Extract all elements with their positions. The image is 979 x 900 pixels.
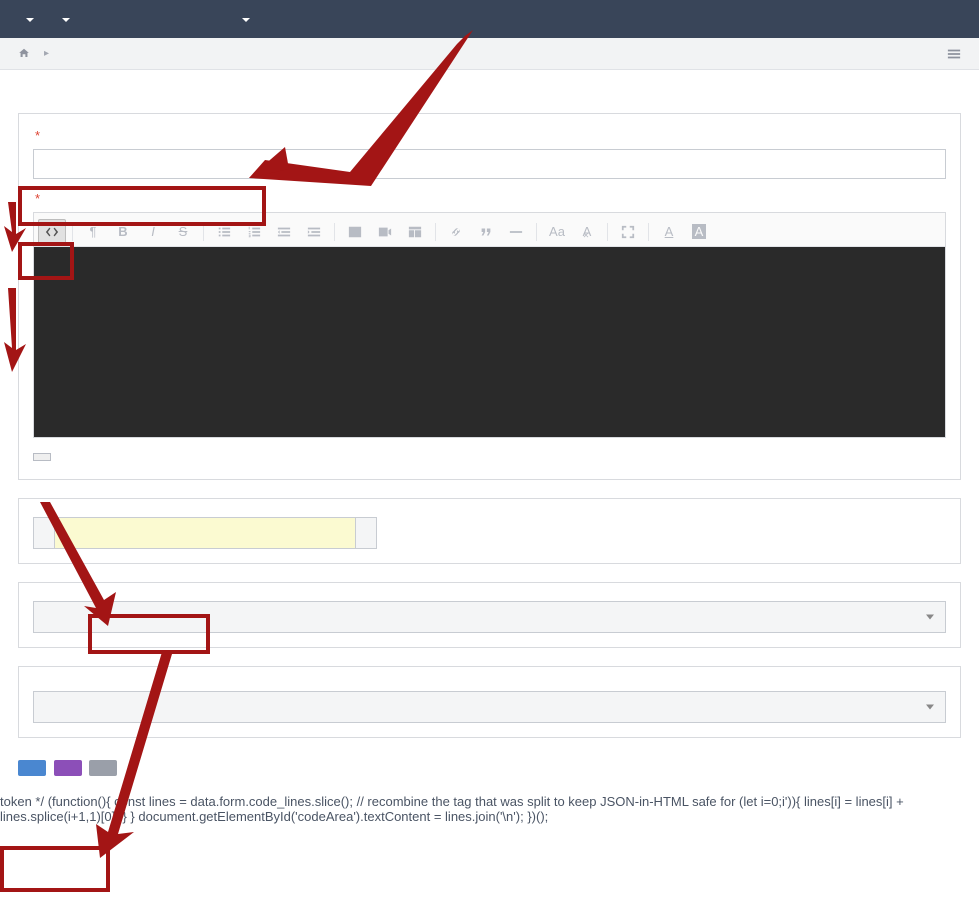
url-prefix — [33, 517, 55, 549]
chevron-down-icon — [26, 18, 34, 22]
body-label: * — [33, 191, 946, 206]
highlight-save — [0, 846, 110, 892]
nav-photo[interactable] — [106, 9, 130, 29]
publish-select[interactable] — [33, 691, 946, 723]
list-ol-icon[interactable] — [240, 219, 268, 245]
bold-icon[interactable]: B — [109, 219, 137, 245]
backcolor-icon[interactable]: A — [685, 219, 713, 245]
publish-group — [18, 666, 961, 738]
nav-more[interactable] — [226, 2, 262, 36]
privacy-group — [18, 582, 961, 648]
nav-activity[interactable] — [178, 9, 202, 29]
code-editor[interactable] — [34, 247, 945, 437]
table-icon[interactable] — [401, 219, 429, 245]
chevron-down-icon — [242, 18, 250, 22]
editor: ¶ B I S Aa A✕ — [33, 212, 946, 438]
form-actions — [18, 756, 961, 776]
video-icon[interactable] — [371, 219, 399, 245]
strike-icon[interactable]: S — [169, 219, 197, 245]
list-ul-icon[interactable] — [210, 219, 238, 245]
hr-icon[interactable] — [502, 219, 530, 245]
code-view-button[interactable] — [38, 219, 66, 245]
save-draft-button[interactable] — [54, 760, 82, 776]
hamburger-icon[interactable] — [947, 47, 961, 61]
font-icon[interactable]: Aa — [543, 219, 571, 245]
chevron-down-icon — [62, 18, 70, 22]
italic-icon[interactable]: I — [139, 219, 167, 245]
nav-news[interactable] — [10, 2, 46, 36]
form-panel: * * ¶ B I S — [18, 113, 961, 480]
privacy-select[interactable] — [33, 601, 946, 633]
forecolor-icon[interactable]: A — [655, 219, 683, 245]
url-input[interactable] — [55, 517, 355, 549]
nav-ads[interactable] — [130, 9, 154, 29]
title-input[interactable] — [33, 149, 946, 179]
paragraph-icon[interactable]: ¶ — [79, 219, 107, 245]
url-group — [18, 498, 961, 564]
top-nav — [0, 0, 979, 38]
indent-icon[interactable] — [300, 219, 328, 245]
home-icon[interactable] — [18, 48, 30, 59]
link-icon[interactable] — [442, 219, 470, 245]
breadcrumb-sep: ▸ — [44, 48, 49, 59]
content-area: * * ¶ B I S — [0, 70, 979, 794]
save-button[interactable] — [18, 760, 46, 776]
nav-articles[interactable] — [46, 2, 82, 36]
nav-blogs[interactable] — [82, 9, 106, 29]
quote-icon[interactable] — [472, 219, 500, 245]
nav-comments[interactable] — [202, 9, 226, 29]
nav-groups[interactable] — [154, 9, 178, 29]
url-suffix — [355, 517, 377, 549]
clear-format-icon[interactable]: A✕ — [573, 219, 601, 245]
title-label: * — [33, 128, 946, 143]
breadcrumb: ▸ — [0, 38, 979, 70]
outdent-icon[interactable] — [270, 219, 298, 245]
editor-toolbar: ¶ B I S Aa A✕ — [34, 213, 945, 247]
fullscreen-icon[interactable] — [614, 219, 642, 245]
image-icon[interactable] — [341, 219, 369, 245]
cancel-button[interactable] — [89, 760, 117, 776]
choose-file-button[interactable] — [33, 453, 51, 461]
